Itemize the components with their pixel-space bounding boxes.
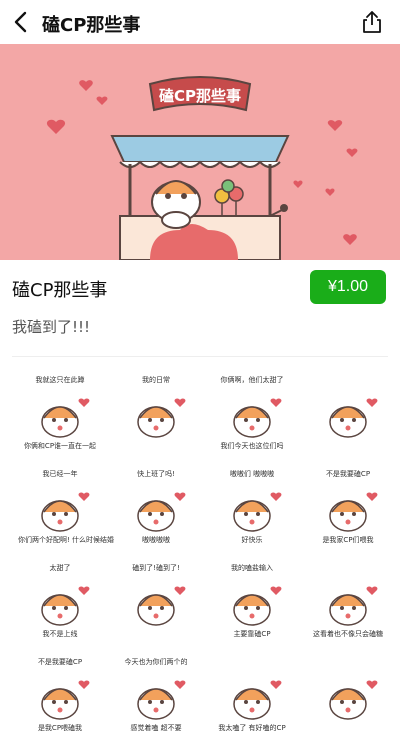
sticker-item[interactable]: 这看着也不像只会磕糖 <box>306 558 390 642</box>
sticker-item[interactable]: 我已经一年你们两个好配啊! 什么时候结婚 <box>18 464 115 548</box>
share-button[interactable] <box>358 8 386 36</box>
sticker-caption-top: 今天也为你们两个的 <box>124 658 188 666</box>
hamster-sticker-icon <box>329 680 378 720</box>
sticker-banner: 磕CP那些事 <box>0 44 400 260</box>
sticker-caption-bottom: 是我CP喂磕我 <box>37 724 83 732</box>
sticker-caption-bottom: 感觉着嗑 超不要 <box>130 724 182 732</box>
sticker-item[interactable]: 不是我要磕CP 是我家CP们喂我 <box>306 464 390 548</box>
page-title: 磕CP那些事 <box>42 15 141 36</box>
pack-title: 磕CP那些事 <box>12 280 108 301</box>
sticker-item[interactable] <box>306 370 390 454</box>
sticker-item[interactable]: 我太嗑了 有好嗑的CP <box>210 652 294 736</box>
sticker-item[interactable]: 磕到了!磕到了! <box>114 558 198 642</box>
divider <box>12 356 388 357</box>
sticker-item[interactable]: 嗷嗷们 嗷嗷嗷 好快乐 <box>210 464 294 548</box>
sticker-caption-bottom: 是我家CP们喂我 <box>322 536 374 544</box>
back-button[interactable] <box>6 8 34 36</box>
sticker-caption-bottom: 主要靠磕CP <box>233 630 271 638</box>
sticker-caption-bottom: 我们今天也这位们吗 <box>220 442 284 450</box>
sticker-caption-bottom: 好快乐 <box>241 536 263 544</box>
sticker-caption-bottom: 你俩和CP谁一直在一起 <box>23 442 97 450</box>
sticker-caption-top: 我就这只在此蹲 <box>35 376 85 384</box>
pack-info: 磕CP那些事 ¥1.00 我磕到了!!! <box>0 260 400 360</box>
sticker-caption-top: 我的日常 <box>142 376 170 384</box>
sticker-item[interactable]: 今天也为你们两个的 感觉着嗑 超不要 <box>114 652 198 736</box>
sticker-caption-bottom: 嗷嗷嗷嗷 <box>142 536 170 544</box>
sticker-caption-top: 你俩啊，他们太甜了 <box>220 376 284 384</box>
banner-illustration: 磕CP那些事 <box>46 76 358 260</box>
share-icon <box>363 11 381 33</box>
banner-sign-text: 磕CP那些事 <box>159 87 241 105</box>
hamster-sticker-icon <box>329 398 378 438</box>
sticker-caption-bottom: 我不是上线 <box>42 630 78 638</box>
sticker-grid: 我就这只在此蹲你俩和CP谁一直在一起 我的日常 你俩啊，他们太甜了 我们今天也这位们吗… <box>0 360 400 738</box>
sticker-caption-top: 不是我要磕CP <box>37 658 83 666</box>
sticker-caption-top: 我已经一年 <box>42 470 78 478</box>
nav-bar: 磕CP那些事 <box>0 0 400 44</box>
sticker-item[interactable]: 我的日常 <box>114 370 198 454</box>
sticker-item[interactable]: 太甜了 我不是上线 <box>18 558 102 642</box>
sticker-caption-top: 我的嗑盐输入 <box>231 564 273 572</box>
sticker-caption-top: 磕到了!磕到了! <box>132 564 180 572</box>
sticker-item[interactable]: 我的嗑盐输入 主要靠磕CP <box>210 558 294 642</box>
sticker-item[interactable]: 快上班了吗! 嗷嗷嗷嗷 <box>114 464 198 548</box>
sticker-caption-bottom: 我太嗑了 有好嗑的CP <box>218 724 286 732</box>
pack-description: 我磕到了!!! <box>12 318 91 336</box>
sticker-caption-bottom: 这看着也不像只会磕糖 <box>313 630 383 638</box>
sticker-caption-top: 不是我要磕CP <box>325 470 371 478</box>
sticker-caption-top: 嗷嗷们 嗷嗷嗷 <box>229 470 275 478</box>
chevron-left-icon <box>14 11 27 33</box>
buy-button[interactable]: ¥1.00 <box>310 270 386 304</box>
sticker-caption-bottom: 你们两个好配啊! 什么时候结婚 <box>18 536 115 544</box>
sticker-item[interactable]: 我就这只在此蹲你俩和CP谁一直在一起 <box>18 370 102 454</box>
sticker-item[interactable]: 不是我要磕CP 是我CP喂磕我 <box>18 652 102 736</box>
sticker-item[interactable]: 你俩啊，他们太甜了 我们今天也这位们吗 <box>210 370 294 454</box>
sticker-caption-top: 快上班了吗! <box>137 470 175 478</box>
sticker-caption-top: 太甜了 <box>49 564 71 572</box>
sticker-item[interactable] <box>306 652 390 736</box>
